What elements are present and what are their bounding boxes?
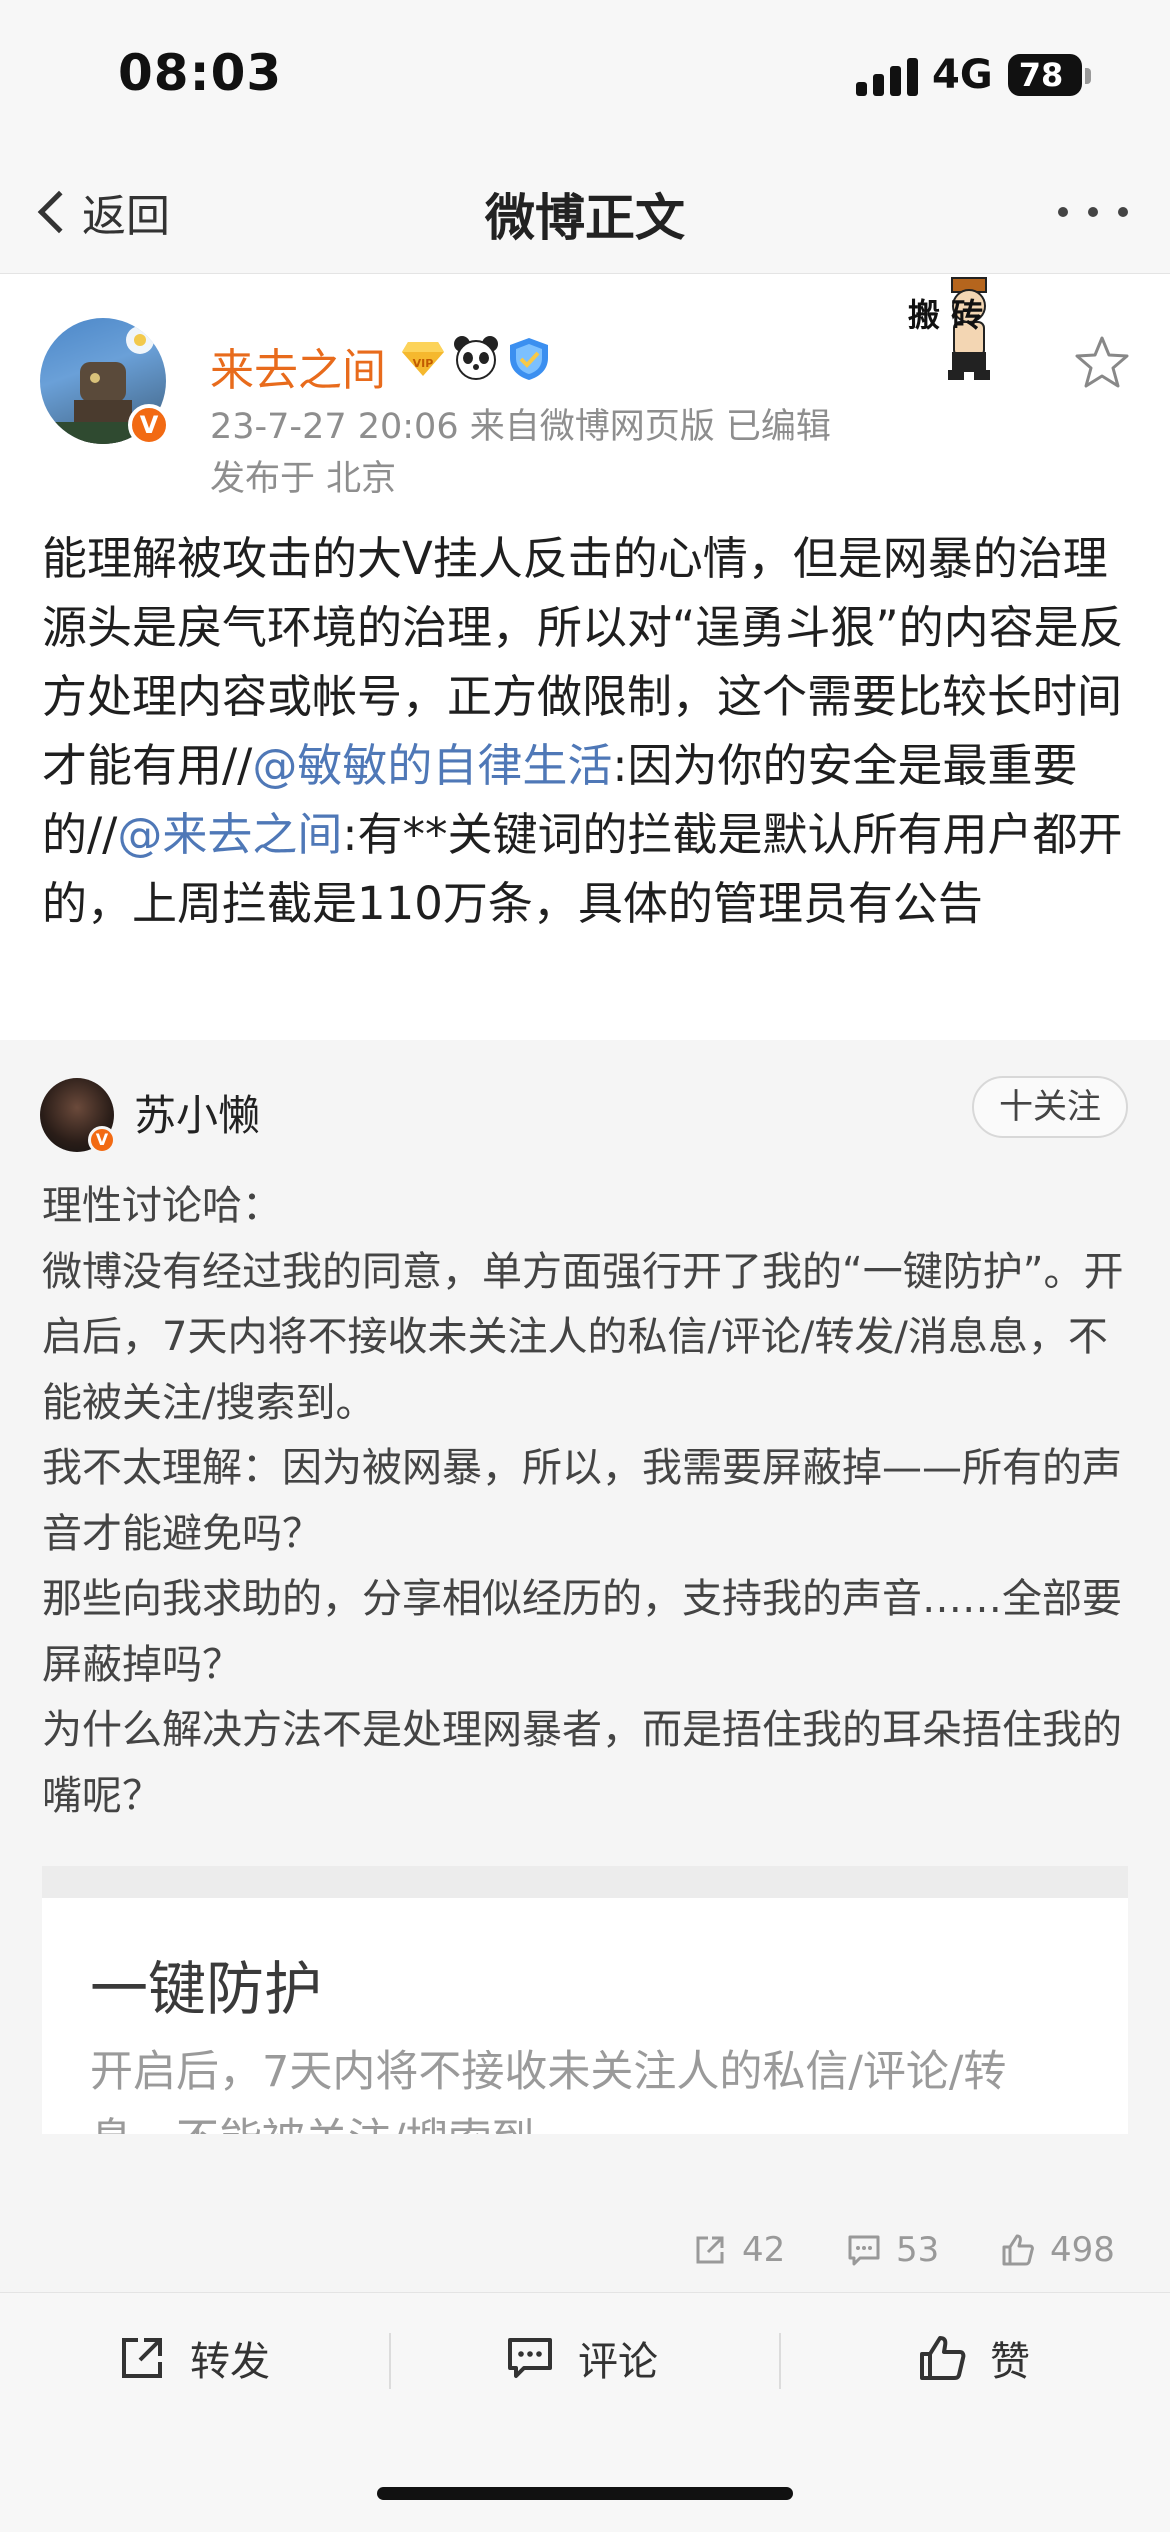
card-desc-line: 息，不能被关注/搜索到 bbox=[90, 2106, 1128, 2134]
toolbar-divider bbox=[389, 2333, 391, 2389]
like-label: 赞 bbox=[990, 2339, 1030, 2385]
post-location: 发布于 北京 bbox=[210, 459, 397, 499]
sticker-text: 搬 砖 bbox=[908, 296, 983, 334]
card-title: 一键防护 bbox=[90, 1955, 323, 2023]
status-time: 08:03 bbox=[118, 44, 283, 102]
like-count: 498 bbox=[1050, 2230, 1115, 2270]
shield-icon bbox=[510, 338, 548, 380]
battery-icon: 78 bbox=[1008, 54, 1082, 96]
battery-level: 78 bbox=[1018, 56, 1064, 94]
post-meta: 23-7-27 20:06 来自微博网页版 已编辑 bbox=[210, 407, 831, 447]
author-name[interactable]: 来去之间 bbox=[210, 334, 386, 398]
star-icon[interactable] bbox=[1072, 332, 1132, 392]
mention-link[interactable]: @敏敏的自律生活 bbox=[252, 739, 612, 792]
mention-link[interactable]: @来去之间 bbox=[117, 808, 342, 861]
link-card[interactable]: 一键防护 开启后，7天内将不接收未关注人的私信/评论/转 息，不能被关注/搜索到 bbox=[42, 1898, 1128, 2134]
follow-button[interactable]: 十关注 bbox=[972, 1076, 1128, 1138]
repost-label: 转发 bbox=[190, 2339, 270, 2385]
comment-icon bbox=[848, 2235, 880, 2266]
retweet-block[interactable]: V 苏小懒 十关注 理性讨论哈： 微博没有经过我的同意，单方面强行开了我的“一键… bbox=[0, 1040, 1170, 2292]
panda-icon bbox=[454, 336, 498, 380]
vip-icon: VIP bbox=[402, 342, 444, 376]
retweet-repost-count[interactable]: 42 bbox=[692, 2230, 785, 2270]
retweet-author-name[interactable]: 苏小懒 bbox=[134, 1082, 260, 1143]
retweet-stats: 42 53 498 bbox=[0, 2230, 1170, 2280]
retweet-like-count[interactable]: 498 bbox=[1000, 2230, 1115, 2270]
verified-badge-icon: V bbox=[88, 1126, 116, 1154]
more-icon[interactable] bbox=[1058, 200, 1128, 224]
card-description: 开启后，7天内将不接收未关注人的私信/评论/转 息，不能被关注/搜索到 bbox=[90, 2038, 1128, 2134]
comment-label: 评论 bbox=[578, 2339, 658, 2385]
thumbs-up-icon bbox=[920, 2336, 966, 2380]
repost-count: 42 bbox=[742, 2230, 786, 2270]
status-bar: 08:03 4G 78 bbox=[0, 0, 1170, 150]
like-button[interactable]: 赞 bbox=[916, 2315, 1030, 2401]
page-title: 微博正文 bbox=[485, 189, 685, 247]
retweet-text: 理性讨论哈： 微博没有经过我的同意，单方面强行开了我的“一键防护”。开启后，7天… bbox=[42, 1183, 1124, 1819]
retweet-comment-count[interactable]: 53 bbox=[846, 2230, 939, 2270]
comment-icon bbox=[508, 2338, 552, 2378]
home-indicator bbox=[377, 2487, 793, 2500]
comment-button[interactable]: 评论 bbox=[504, 2315, 658, 2401]
verified-badge-icon: V bbox=[128, 404, 170, 446]
post-text: 能理解被攻击的大Ⅴ挂人反击的心情，但是网暴的治理源头是戾气环境的治理，所以对“逞… bbox=[42, 524, 1132, 938]
nav-bar: 返回 微博正文 bbox=[0, 150, 1170, 274]
network-type: 4G bbox=[932, 52, 993, 98]
comment-count: 53 bbox=[896, 2230, 940, 2270]
svg-text:VIP: VIP bbox=[413, 357, 434, 370]
share-icon bbox=[122, 2338, 162, 2378]
signal-icon bbox=[856, 56, 918, 96]
share-icon bbox=[696, 2236, 724, 2264]
toolbar-divider bbox=[779, 2333, 781, 2389]
battery-cap bbox=[1085, 68, 1091, 84]
brick-worker-sticker-icon: 搬 砖 bbox=[908, 277, 990, 380]
card-top-edge bbox=[42, 1866, 1128, 1898]
thumbs-up-icon bbox=[1002, 2234, 1034, 2266]
repost-button[interactable]: 转发 bbox=[116, 2315, 270, 2401]
card-desc-line: 开启后，7天内将不接收未关注人的私信/评论/转 bbox=[90, 2047, 1007, 2097]
